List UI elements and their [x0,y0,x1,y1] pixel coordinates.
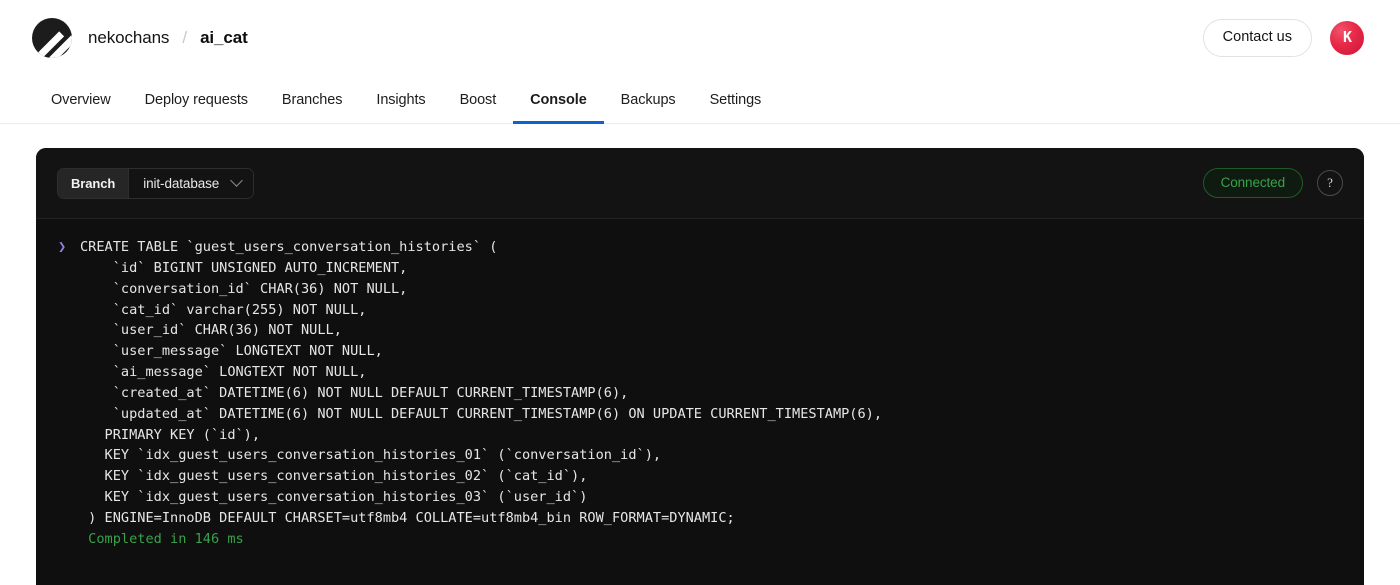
terminal-line: `id` BIGINT UNSIGNED AUTO_INCREMENT, [58,258,1364,279]
terminal-line: PRIMARY KEY (`id`), [58,425,1364,446]
console-toolbar: Branch init-database Connected ? [36,148,1364,219]
terminal-line-text: KEY `idx_guest_users_conversation_histor… [80,489,588,506]
tab-overview[interactable]: Overview [32,76,128,123]
terminal-gutter [58,383,80,404]
terminal-line-text: PRIMARY KEY (`id`), [80,426,261,443]
terminal-line: `updated_at` DATETIME(6) NOT NULL DEFAUL… [58,404,1364,425]
app-header: nekochans / ai_cat Contact us K [0,0,1400,76]
breadcrumb: nekochans / ai_cat [88,28,248,48]
terminal-gutter [58,487,80,508]
terminal-line-text: `user_id` CHAR(36) NOT NULL, [80,322,342,339]
branch-selector-value[interactable]: init-database [128,168,254,198]
terminal-line-text: KEY `idx_guest_users_conversation_histor… [80,468,588,485]
terminal-line: KEY `idx_guest_users_conversation_histor… [58,487,1364,508]
branch-name: init-database [143,175,220,191]
terminal-line: Completed in 146 ms [58,529,1364,550]
question-mark-icon[interactable]: ? [1317,169,1343,196]
tab-boost[interactable]: Boost [443,76,514,123]
terminal-line: KEY `idx_guest_users_conversation_histor… [58,445,1364,466]
terminal-gutter [58,279,80,300]
avatar-initial: K [1342,28,1352,47]
terminal-line: `cat_id` varchar(255) NOT NULL, [58,300,1364,321]
terminal-line-text: `conversation_id` CHAR(36) NOT NULL, [80,280,408,297]
terminal-gutter [58,445,80,466]
prompt-icon: ❯ [58,239,67,255]
terminal-line: ❯ CREATE TABLE `guest_users_conversation_… [58,237,1364,258]
header-actions: Contact us K [1202,19,1364,57]
branch-selector-label: Branch [58,168,129,198]
terminal-gutter [58,529,80,550]
terminal-gutter [58,404,80,425]
brand: nekochans / ai_cat [32,18,248,58]
tab-branches[interactable]: Branches [265,76,359,123]
terminal-gutter [58,362,80,383]
terminal-gutter [58,466,80,487]
terminal-line: `ai_message` LONGTEXT NOT NULL, [58,362,1364,383]
primary-nav: Overview Deploy requests Branches Insigh… [0,76,1400,124]
tab-insights[interactable]: Insights [359,76,442,123]
breadcrumb-database[interactable]: ai_cat [200,28,248,48]
chevron-down-icon [230,173,244,187]
terminal-line: `conversation_id` CHAR(36) NOT NULL, [58,279,1364,300]
terminal-line-text: Completed in 146 ms [80,530,244,547]
page-content: Branch init-database Connected ? ❯ CREATE… [0,124,1400,585]
breadcrumb-separator: / [182,28,188,47]
terminal-line-text: ) ENGINE=InnoDB DEFAULT CHARSET=utf8mb4 … [80,509,735,526]
terminal-gutter [58,425,80,446]
terminal-gutter [58,320,80,341]
console-output[interactable]: ❯ CREATE TABLE `guest_users_conversation_… [36,219,1364,585]
terminal-line-text: `cat_id` varchar(255) NOT NULL, [80,301,367,318]
planetscale-logo-icon[interactable] [32,18,72,58]
console-toolbar-right: Connected ? [1202,168,1343,198]
terminal-line: ) ENGINE=InnoDB DEFAULT CHARSET=utf8mb4 … [58,508,1364,529]
status-badge: Connected [1202,168,1303,198]
terminal-line-text: `id` BIGINT UNSIGNED AUTO_INCREMENT, [80,259,408,276]
terminal-lines: ❯ CREATE TABLE `guest_users_conversation_… [36,237,1364,550]
tab-deploy-requests[interactable]: Deploy requests [128,76,265,123]
console-panel: Branch init-database Connected ? ❯ CREATE… [36,148,1364,585]
terminal-gutter [58,258,80,279]
tab-console[interactable]: Console [513,76,604,124]
terminal-line-text: `user_message` LONGTEXT NOT NULL, [80,343,383,360]
user-avatar[interactable]: K [1330,20,1364,55]
terminal-line-text: `updated_at` DATETIME(6) NOT NULL DEFAUL… [80,405,883,422]
contact-us-button[interactable]: Contact us [1202,19,1312,57]
branch-selector[interactable]: Branch init-database [57,167,255,199]
terminal-line: KEY `idx_guest_users_conversation_histor… [58,466,1364,487]
breadcrumb-org[interactable]: nekochans [88,28,169,48]
terminal-line: `created_at` DATETIME(6) NOT NULL DEFAUL… [58,383,1364,404]
terminal-line-text: KEY `idx_guest_users_conversation_histor… [80,447,662,464]
terminal-line: `user_message` LONGTEXT NOT NULL, [58,341,1364,362]
terminal-gutter [58,341,80,362]
terminal-line: `user_id` CHAR(36) NOT NULL, [58,320,1364,341]
terminal-line-text: CREATE TABLE `guest_users_conversation_h… [80,239,498,255]
terminal-gutter [58,508,80,529]
tab-backups[interactable]: Backups [604,76,693,123]
terminal-gutter [58,300,80,321]
tab-settings[interactable]: Settings [693,76,779,123]
terminal-line-text: `created_at` DATETIME(6) NOT NULL DEFAUL… [80,384,629,401]
terminal-line-text: `ai_message` LONGTEXT NOT NULL, [80,364,367,381]
